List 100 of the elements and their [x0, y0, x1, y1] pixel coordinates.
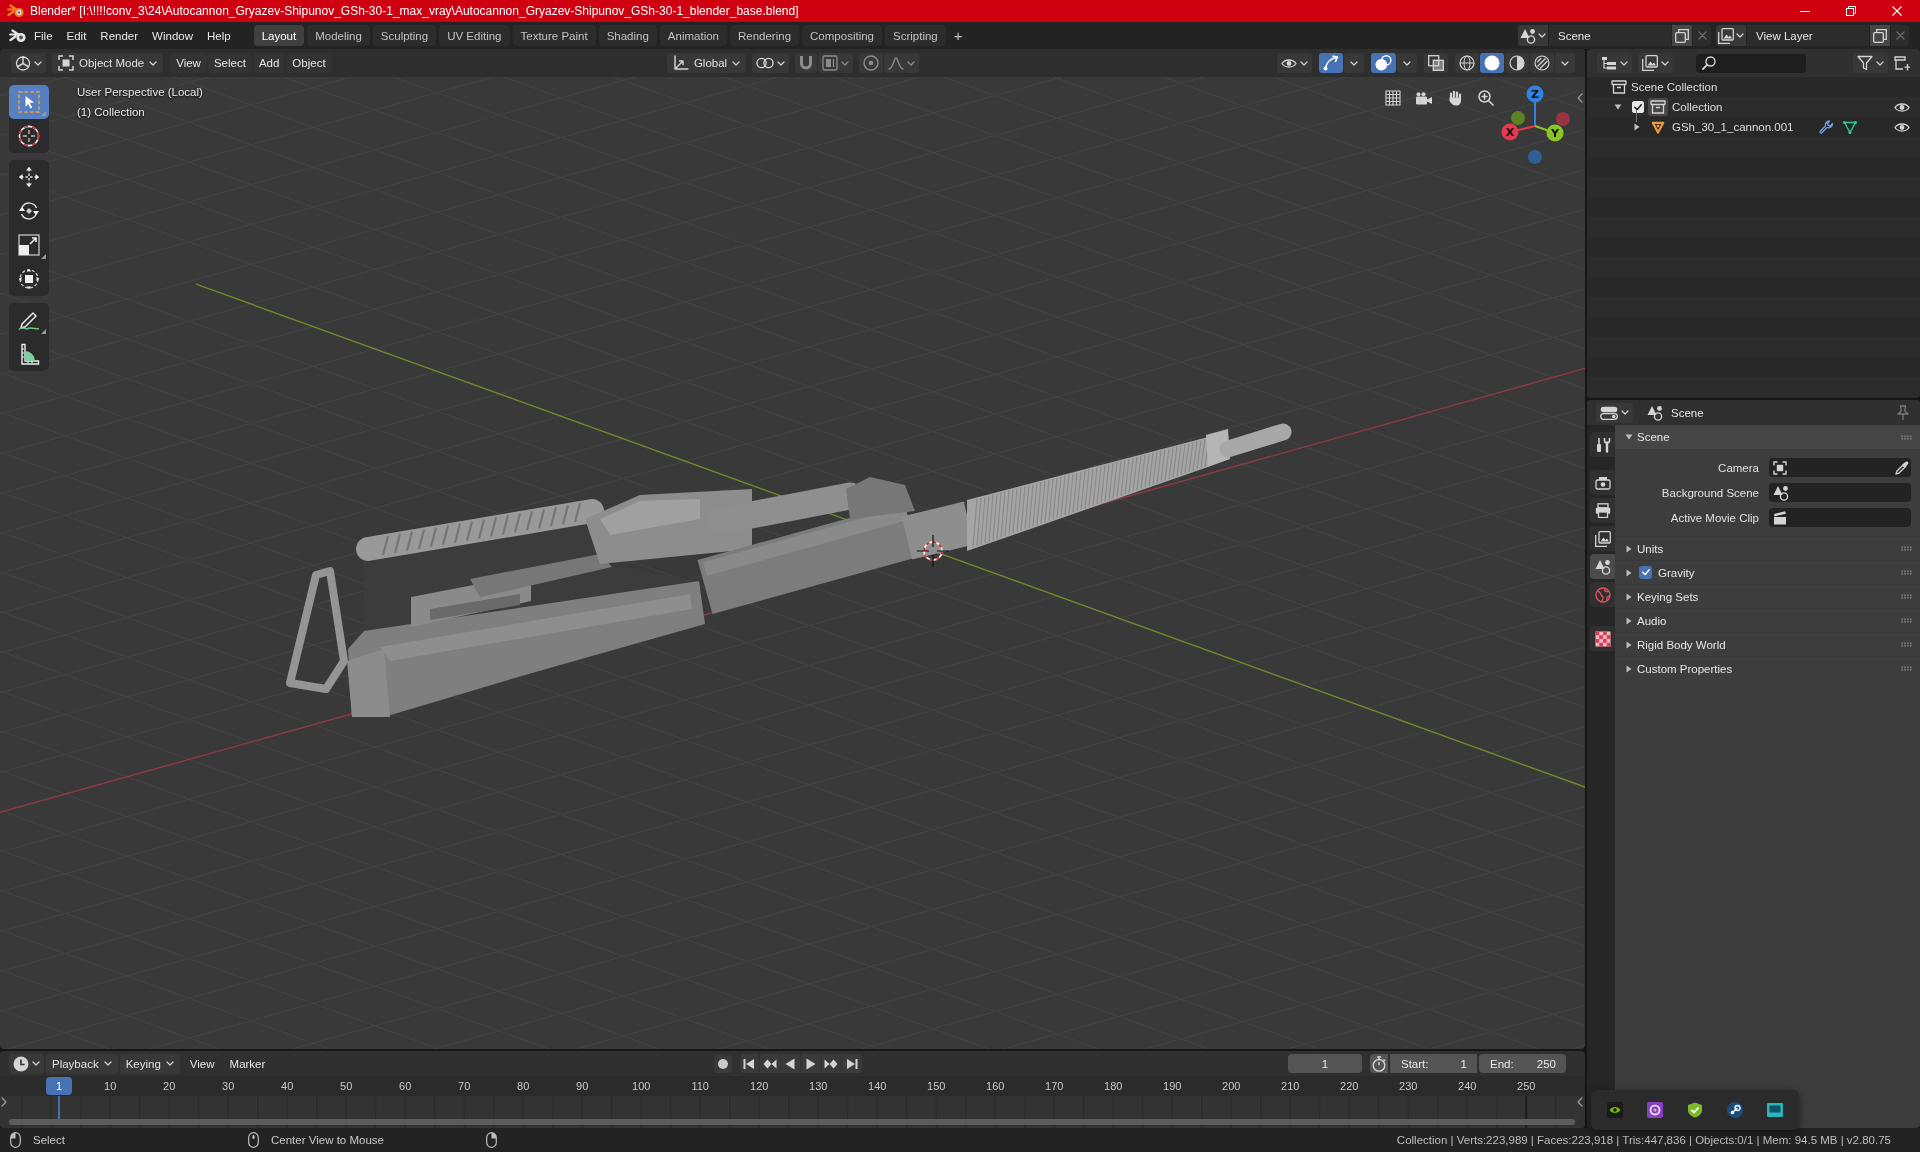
object-field[interactable] — [1769, 483, 1911, 502]
mode-dropdown[interactable]: Object Mode — [52, 53, 164, 73]
gizmo-dropdown[interactable] — [1344, 53, 1364, 73]
properties-tab[interactable] — [1590, 554, 1615, 579]
overlay-toggle[interactable] — [1371, 53, 1396, 73]
auto-keying-button[interactable] — [713, 1054, 732, 1073]
orientation-dropdown[interactable]: Global — [666, 53, 747, 73]
editor-type-button[interactable] — [11, 53, 46, 73]
menu-item[interactable]: Help — [200, 25, 238, 46]
falloff-dropdown[interactable] — [884, 53, 920, 73]
checkbox[interactable] — [1639, 566, 1652, 579]
menu-item[interactable]: View — [170, 53, 207, 73]
tool-button[interactable] — [9, 85, 49, 119]
workspace-tab[interactable]: Layout — [253, 25, 305, 46]
disc-logo-icon[interactable] — [1727, 1102, 1743, 1118]
transport-button[interactable] — [801, 1054, 821, 1073]
outliner-item[interactable]: Collection — [1672, 101, 1723, 113]
disclosure-arrow-icon[interactable] — [1634, 123, 1640, 131]
panel-header[interactable]: Keying Sets — [1615, 584, 1920, 608]
editor-type-button[interactable] — [1597, 53, 1632, 73]
new-collection-icon[interactable] — [1894, 55, 1910, 71]
panel-header[interactable]: Audio — [1615, 608, 1920, 632]
new-view-layer-button[interactable] — [1870, 25, 1890, 46]
pivot-dropdown[interactable] — [752, 53, 790, 73]
properties-tab[interactable] — [1590, 626, 1615, 651]
snap-target-dropdown[interactable] — [818, 53, 854, 73]
transport-button[interactable] — [780, 1054, 800, 1073]
menu-item[interactable]: Select — [207, 53, 252, 73]
shading-mode-button[interactable] — [1480, 53, 1504, 73]
workspace-tab[interactable]: Scripting — [885, 25, 946, 46]
remove-scene-button[interactable] — [1693, 25, 1711, 46]
workspace-tab[interactable]: Rendering — [730, 25, 800, 46]
menu-item[interactable]: Add — [252, 53, 286, 73]
menu-item[interactable]: Edit — [59, 25, 94, 46]
overlay-dropdown[interactable] — [1397, 53, 1417, 73]
snap-toggle[interactable] — [795, 53, 818, 73]
panel-header[interactable]: Scene — [1615, 425, 1920, 449]
properties-tab[interactable] — [1590, 526, 1615, 551]
menu-dropdown[interactable]: Playback — [46, 1053, 118, 1074]
chevron-icon[interactable] — [1577, 93, 1583, 103]
transport-button[interactable] — [842, 1054, 862, 1073]
menu-item[interactable]: View — [184, 1053, 220, 1074]
visibility-dropdown[interactable] — [1277, 53, 1312, 73]
proportional-editing-toggle[interactable] — [859, 53, 884, 73]
editor-type-button[interactable] — [9, 1053, 44, 1074]
view-layer-browse-button[interactable] — [1716, 25, 1746, 46]
menu-item[interactable]: File — [27, 25, 60, 46]
search-field[interactable] — [1696, 53, 1806, 73]
preview-range-button[interactable] — [1370, 1054, 1388, 1073]
monitor-icon[interactable] — [1767, 1103, 1783, 1117]
workspace-tab[interactable]: Shading — [598, 25, 657, 46]
transport-button[interactable] — [821, 1054, 841, 1073]
eyedropper-icon[interactable] — [1895, 460, 1909, 475]
remove-view-layer-button[interactable] — [1891, 25, 1909, 46]
workspace-tab[interactable]: Sculpting — [372, 25, 437, 46]
current-frame-field[interactable]: 1 — [1288, 1054, 1362, 1073]
display-mode-dropdown[interactable] — [1638, 53, 1673, 73]
panel-header[interactable]: Units — [1615, 536, 1920, 560]
outliner-item[interactable]: Scene Collection — [1631, 81, 1718, 93]
transport-button[interactable] — [760, 1054, 780, 1073]
menu-item[interactable]: Marker — [224, 1053, 271, 1074]
transport-button[interactable] — [739, 1054, 759, 1073]
scrollbar[interactable] — [9, 1119, 1575, 1125]
shield-check-icon[interactable] — [1687, 1102, 1703, 1118]
view-layer-name-field[interactable]: View Layer — [1747, 25, 1869, 46]
pin-icon[interactable] — [1896, 404, 1910, 421]
playhead-frame[interactable]: 1 — [46, 1077, 72, 1095]
menu-dropdown[interactable]: Keying — [119, 1053, 180, 1074]
workspace-tab[interactable]: Compositing — [802, 25, 882, 46]
shading-mode-button[interactable] — [1505, 53, 1529, 73]
outliner-item[interactable]: GSh_30_1_cannon.001 — [1672, 121, 1794, 133]
scene-browse-button[interactable] — [1518, 25, 1548, 46]
xray-toggle[interactable] — [1424, 53, 1448, 73]
object-field[interactable] — [1769, 458, 1911, 477]
navigation-gizmo[interactable]: Z X Y — [1499, 84, 1571, 166]
menu-item[interactable]: Render — [93, 25, 146, 46]
panel-header[interactable]: Custom Properties — [1615, 656, 1920, 680]
eye-icon[interactable] — [1894, 101, 1910, 113]
checkbox[interactable] — [1632, 101, 1644, 113]
workspace-tab[interactable]: Animation — [659, 25, 727, 46]
end-frame-field[interactable]: End: 250 — [1479, 1054, 1566, 1073]
logo-icon[interactable] — [9, 28, 27, 43]
mesh-triangle-icon[interactable] — [1841, 119, 1858, 135]
panel-header[interactable]: Gravity — [1615, 560, 1920, 584]
chevron-icon[interactable] — [1577, 1097, 1583, 1107]
workspace-tab[interactable]: Modeling — [307, 25, 370, 46]
add-workspace-button[interactable]: + — [948, 25, 968, 46]
eye-icon[interactable] — [1894, 121, 1910, 133]
properties-tab[interactable] — [1590, 498, 1615, 523]
properties-tab[interactable] — [1590, 470, 1615, 495]
gizmo-toggle[interactable] — [1319, 53, 1343, 73]
properties-tab[interactable] — [1590, 432, 1615, 457]
object-field[interactable] — [1769, 508, 1911, 527]
menu-item[interactable]: Window — [145, 25, 200, 46]
shading-mode-button[interactable] — [1455, 53, 1479, 73]
wrench-icon[interactable] — [1818, 119, 1834, 135]
menu-item[interactable]: Object — [286, 53, 332, 73]
workspace-tab[interactable]: Texture Paint — [512, 25, 596, 46]
panel-header[interactable]: Rigid Body World — [1615, 632, 1920, 656]
workspace-tab[interactable]: UV Editing — [439, 25, 510, 46]
